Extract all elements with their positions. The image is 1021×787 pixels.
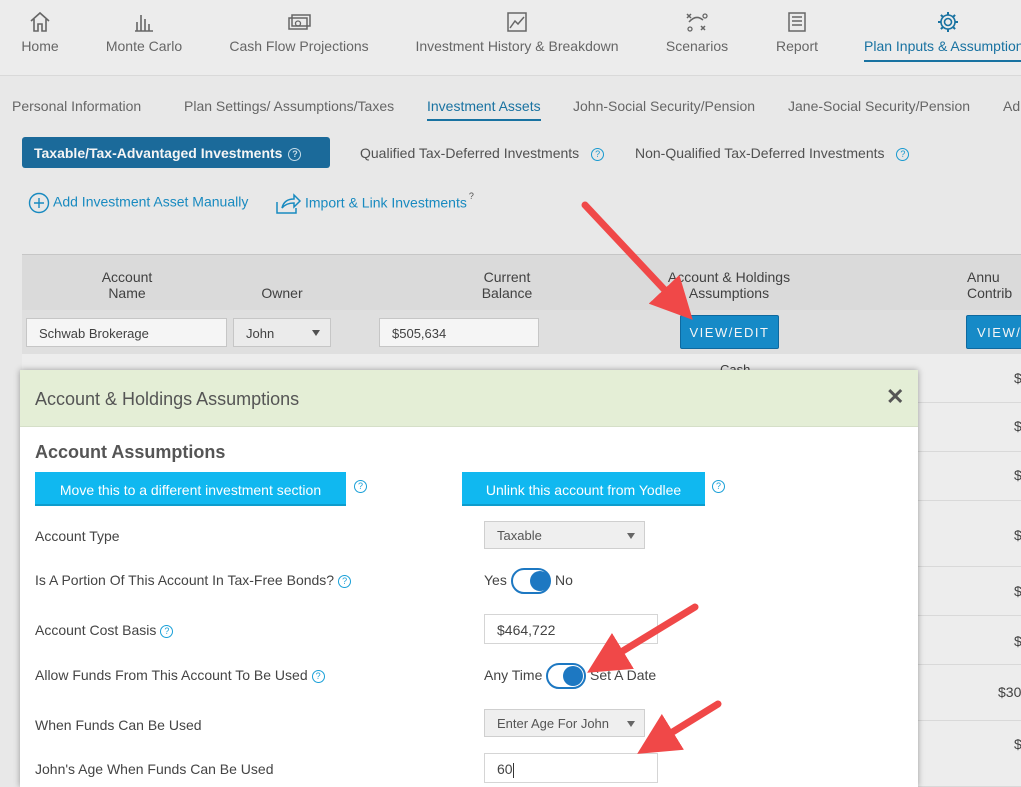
when-funds-value: Enter Age For John	[497, 716, 610, 731]
caret-down-icon	[627, 533, 635, 539]
toggle-no-label: No	[555, 572, 573, 588]
text-cursor	[512, 762, 514, 778]
help-icon[interactable]: ?	[338, 574, 352, 588]
move-section-button[interactable]: Move this to a different investment sect…	[35, 472, 346, 506]
johns-age-value: 60	[497, 761, 513, 777]
tax-free-bonds-text: Is A Portion Of This Account In Tax-Free…	[35, 572, 335, 588]
help-icon[interactable]: ?	[354, 480, 367, 493]
tax-free-bonds-label: Is A Portion Of This Account In Tax-Free…	[35, 572, 352, 588]
tax-free-toggle-row: Yes No	[484, 568, 604, 594]
toggle-knob	[563, 666, 583, 686]
help-icon[interactable]: ?	[311, 669, 325, 683]
help-icon[interactable]: ?	[712, 480, 725, 493]
when-funds-select[interactable]: Enter Age For John	[484, 709, 645, 737]
modal-title: Account & Holdings Assumptions	[35, 389, 300, 409]
help-icon[interactable]: ?	[160, 624, 174, 638]
modal-header: Account & Holdings Assumptions ✕	[20, 370, 918, 427]
allow-funds-label: Allow Funds From This Account To Be Used…	[35, 667, 325, 683]
cost-basis-text: Account Cost Basis	[35, 622, 157, 638]
toggle-anytime-label: Any Time	[484, 667, 543, 683]
section-title: Account Assumptions	[35, 442, 226, 462]
toggle-knob	[530, 571, 550, 591]
allow-funds-toggle[interactable]	[546, 663, 586, 689]
allow-funds-text: Allow Funds From This Account To Be Used	[35, 667, 308, 683]
johns-age-label: John's Age When Funds Can Be Used	[35, 761, 274, 777]
when-funds-label: When Funds Can Be Used	[35, 717, 202, 733]
johns-age-input[interactable]: 60	[484, 753, 658, 783]
close-icon[interactable]: ✕	[886, 384, 904, 410]
account-type-value: Taxable	[497, 528, 542, 543]
toggle-setdate-label: Set A Date	[590, 667, 657, 683]
account-type-label: Account Type	[35, 528, 120, 544]
cost-basis-input[interactable]: $464,722	[484, 614, 658, 644]
cost-basis-label: Account Cost Basis?	[35, 622, 174, 638]
account-type-select[interactable]: Taxable	[484, 521, 645, 549]
allow-funds-toggle-row: Any Time Set A Date	[484, 663, 674, 689]
tax-free-toggle[interactable]	[511, 568, 551, 594]
caret-down-icon	[627, 721, 635, 727]
holdings-assumptions-modal: Account & Holdings Assumptions ✕ Account…	[20, 370, 918, 787]
toggle-yes-label: Yes	[484, 572, 507, 588]
unlink-yodlee-button[interactable]: Unlink this account from Yodlee	[462, 472, 705, 506]
